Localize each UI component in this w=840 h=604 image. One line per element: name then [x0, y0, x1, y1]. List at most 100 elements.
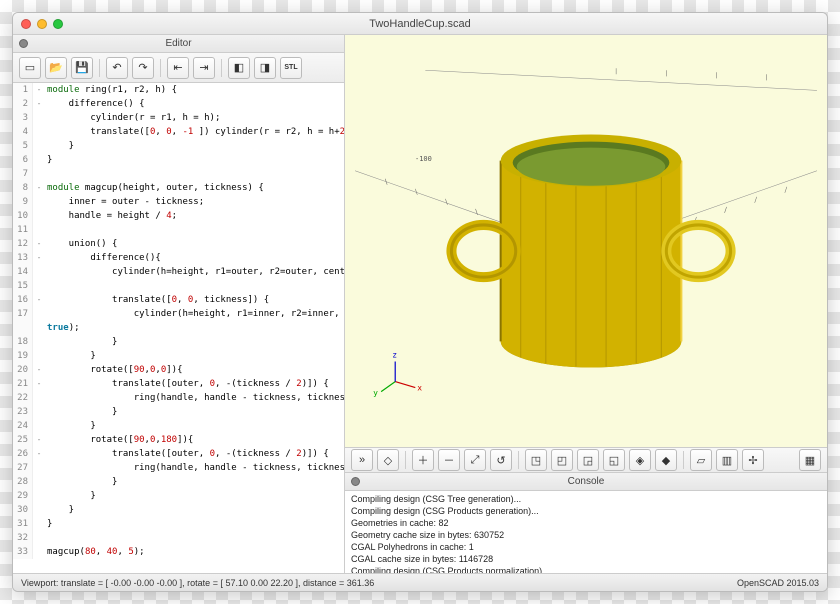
minimize-window-button[interactable]	[37, 19, 47, 29]
code-text[interactable]: }	[45, 503, 74, 517]
code-text[interactable]: cylinder(h=height, r1=inner, r2=inner, c…	[45, 307, 344, 321]
code-line[interactable]: 26- translate([outer, 0, -(tickness / 2)…	[13, 447, 344, 461]
code-line[interactable]: 29 }	[13, 489, 344, 503]
code-text[interactable]: }	[45, 475, 117, 489]
code-line[interactable]: 7	[13, 167, 344, 181]
view-preview-button[interactable]: »	[351, 449, 373, 471]
view-diagonal-button[interactable]: ◈	[629, 449, 651, 471]
code-line[interactable]: 9 inner = outer - tickness;	[13, 195, 344, 209]
code-editor[interactable]: 1-module ring(r1, r2, h) {2- difference(…	[13, 83, 344, 573]
fold-toggle[interactable]: -	[33, 237, 45, 251]
code-text[interactable]: translate([0, 0, tickness]) {	[45, 293, 269, 307]
unindent-button[interactable]: ⇤	[167, 57, 189, 79]
orthographic-button[interactable]: ▦	[799, 449, 821, 471]
code-line[interactable]: 33magcup(80, 40, 5);	[13, 545, 344, 559]
editor-close-button[interactable]	[19, 39, 28, 48]
view-bottom-button[interactable]: ◲	[577, 449, 599, 471]
code-text[interactable]: cylinder(h=height, r1=outer, r2=outer, c…	[45, 265, 344, 279]
code-line[interactable]: 32	[13, 531, 344, 545]
code-line[interactable]: 10 handle = height / 4;	[13, 209, 344, 223]
console-close-button[interactable]	[351, 477, 360, 486]
code-line[interactable]: 20- rotate([90,0,0]){	[13, 363, 344, 377]
code-line[interactable]: 19 }	[13, 349, 344, 363]
code-text[interactable]: }	[45, 517, 52, 531]
view-left-button[interactable]: ◱	[603, 449, 625, 471]
code-text[interactable]: }	[45, 419, 96, 433]
code-text[interactable]: ring(handle, handle - tickness, tickness…	[45, 461, 344, 475]
code-line[interactable]: 1-module ring(r1, r2, h) {	[13, 83, 344, 97]
zoom-fit-button[interactable]: ⤢	[464, 449, 486, 471]
code-text[interactable]: union() {	[45, 237, 117, 251]
code-line[interactable]: 24 }	[13, 419, 344, 433]
code-text[interactable]: handle = height / 4;	[45, 209, 177, 223]
code-text[interactable]: ring(handle, handle - tickness, tickness…	[45, 391, 344, 405]
code-line[interactable]: 23 }	[13, 405, 344, 419]
code-text[interactable]: rotate([90,0,0]){	[45, 363, 183, 377]
code-line[interactable]: 17 cylinder(h=height, r1=inner, r2=inner…	[13, 307, 344, 321]
fold-toggle[interactable]: -	[33, 293, 45, 307]
code-line[interactable]: 31}	[13, 517, 344, 531]
code-line[interactable]: 6}	[13, 153, 344, 167]
zoom-out-button[interactable]: －	[438, 449, 460, 471]
fold-toggle[interactable]: -	[33, 251, 45, 265]
code-text[interactable]	[45, 531, 47, 545]
code-text[interactable]	[45, 279, 47, 293]
code-text[interactable]	[45, 223, 47, 237]
code-line[interactable]: 16- translate([0, 0, tickness]) {	[13, 293, 344, 307]
code-text[interactable]: module magcup(height, outer, tickness) {	[45, 181, 264, 195]
preview-button[interactable]: ◧	[228, 57, 250, 79]
redo-button[interactable]: ↷	[132, 57, 154, 79]
view-back-button[interactable]: ◆	[655, 449, 677, 471]
code-text[interactable]: magcup(80, 40, 5);	[45, 545, 145, 559]
view-right-button[interactable]: ◳	[525, 449, 547, 471]
zoom-window-button[interactable]	[53, 19, 63, 29]
fold-toggle[interactable]: -	[33, 447, 45, 461]
render-button[interactable]: ◨	[254, 57, 276, 79]
code-text[interactable]: inner = outer - tickness;	[45, 195, 204, 209]
code-text[interactable]: }	[45, 335, 117, 349]
code-line[interactable]: 11	[13, 223, 344, 237]
code-text[interactable]: }	[45, 349, 96, 363]
code-line[interactable]: 14 cylinder(h=height, r1=outer, r2=outer…	[13, 265, 344, 279]
code-text[interactable]: true);	[45, 321, 80, 335]
show-axes-button[interactable]: ✢	[742, 449, 764, 471]
code-text[interactable]: translate([0, 0, -1 ]) cylinder(r = r2, …	[45, 125, 344, 139]
export-stl-button[interactable]: STL	[280, 57, 302, 79]
code-line[interactable]: 21- translate([outer, 0, -(tickness / 2)…	[13, 377, 344, 391]
show-surfaces-button[interactable]: ▱	[690, 449, 712, 471]
code-line[interactable]: 25- rotate([90,0,180]){	[13, 433, 344, 447]
code-text[interactable]: }	[45, 489, 96, 503]
code-text[interactable]: difference(){	[45, 251, 161, 265]
code-text[interactable]: cylinder(r = r1, h = h);	[45, 111, 220, 125]
new-file-button[interactable]: ▭	[19, 57, 41, 79]
code-line[interactable]: 28 }	[13, 475, 344, 489]
reset-view-button[interactable]: ↺	[490, 449, 512, 471]
fold-toggle[interactable]: -	[33, 97, 45, 111]
code-line[interactable]: 3 cylinder(r = r1, h = h);	[13, 111, 344, 125]
code-line[interactable]: 8-module magcup(height, outer, tickness)…	[13, 181, 344, 195]
code-text[interactable]	[45, 167, 47, 181]
code-text[interactable]: difference() {	[45, 97, 145, 111]
fold-toggle[interactable]: -	[33, 433, 45, 447]
fold-toggle[interactable]: -	[33, 377, 45, 391]
code-line[interactable]: 2- difference() {	[13, 97, 344, 111]
console-output[interactable]: Compiling design (CSG Tree generation)..…	[345, 491, 827, 573]
code-line[interactable]: 30 }	[13, 503, 344, 517]
code-text[interactable]: translate([outer, 0, -(tickness / 2)]) {	[45, 377, 329, 391]
indent-button[interactable]: ⇥	[193, 57, 215, 79]
view-render-button[interactable]: ◇	[377, 449, 399, 471]
code-line[interactable]: 22 ring(handle, handle - tickness, tickn…	[13, 391, 344, 405]
fold-toggle[interactable]: -	[33, 83, 45, 97]
code-text[interactable]: translate([outer, 0, -(tickness / 2)]) {	[45, 447, 329, 461]
titlebar[interactable]: TwoHandleCup.scad	[13, 13, 827, 35]
code-text[interactable]: }	[45, 405, 117, 419]
code-line[interactable]: 13- difference(){	[13, 251, 344, 265]
code-line[interactable]: 18 }	[13, 335, 344, 349]
code-line[interactable]: 4 translate([0, 0, -1 ]) cylinder(r = r2…	[13, 125, 344, 139]
code-line[interactable]: 27 ring(handle, handle - tickness, tickn…	[13, 461, 344, 475]
code-line[interactable]: 12- union() {	[13, 237, 344, 251]
zoom-in-button[interactable]: ＋	[412, 449, 434, 471]
open-file-button[interactable]: 📂	[45, 57, 67, 79]
view-top-button[interactable]: ◰	[551, 449, 573, 471]
code-text[interactable]: }	[45, 139, 74, 153]
